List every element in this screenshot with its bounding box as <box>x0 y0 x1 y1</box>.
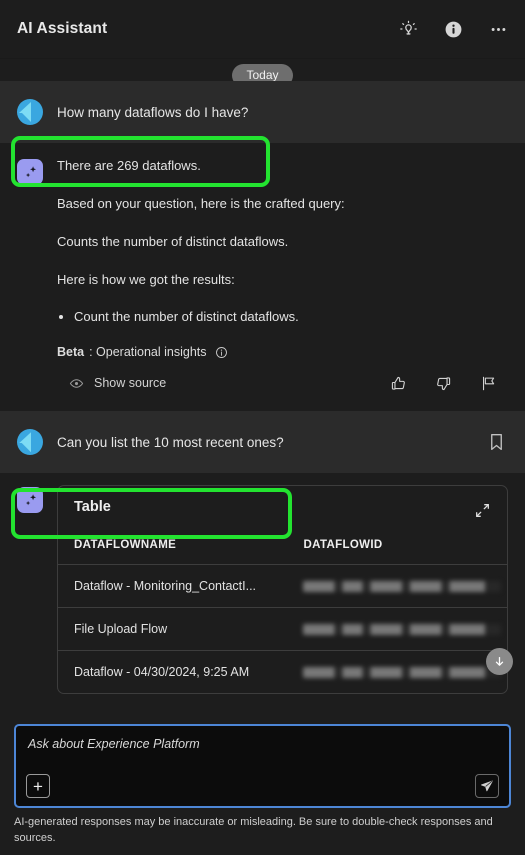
assistant-message-2: Table DATAFLOWNAME DATAFLOWID Dataflow -… <box>0 473 525 705</box>
show-source-label: Show source <box>94 376 167 391</box>
cell-dataflowname: Dataflow - Monitoring_ContactI... <box>58 564 292 609</box>
show-source-button[interactable]: Show source <box>69 376 166 391</box>
feedback-actions <box>388 373 508 393</box>
assistant-bullet-list: Count the number of distinct dataflows. <box>57 308 508 327</box>
beta-description: : Operational insights <box>89 345 207 360</box>
table-header-row: DATAFLOWNAME DATAFLOWID <box>58 525 507 566</box>
cell-dataflowid <box>291 607 507 652</box>
user-message-1: How many dataflows do I have? <box>0 81 525 143</box>
redacted-value <box>303 623 501 635</box>
composer-area: Ask about Experience Platform + <box>0 724 525 809</box>
user-message-2: Can you list the 10 most recent ones? <box>0 411 525 474</box>
cell-dataflowname: Dataflow - 04/30/2024, 9:25 AM <box>74 665 250 680</box>
more-options-icon[interactable] <box>485 16 511 42</box>
beta-label-row: Beta : Operational insights <box>57 345 508 359</box>
assistant-message-1: There are 269 dataflows. Based on your q… <box>0 143 525 404</box>
panel-header: AI Assistant <box>0 0 525 59</box>
scroll-to-bottom-button[interactable] <box>486 648 513 675</box>
eye-icon <box>69 376 84 391</box>
user-message-text: Can you list the 10 most recent ones? <box>57 434 284 450</box>
redacted-value <box>303 666 501 678</box>
column-header-dataflowname[interactable]: DATAFLOWNAME <box>58 525 292 566</box>
column-header-dataflowid[interactable]: DATAFLOWID <box>291 525 507 566</box>
list-item: Count the number of distinct dataflows. <box>74 308 508 327</box>
ai-disclaimer: AI-generated responses may be inaccurate… <box>0 808 525 855</box>
table-row[interactable]: File Upload Flow <box>58 607 507 652</box>
thumbs-up-icon[interactable] <box>388 373 408 393</box>
cell-dataflowid <box>291 651 507 694</box>
avatar <box>17 429 43 456</box>
thumbs-down-icon[interactable] <box>433 373 453 393</box>
tips-lightbulb-icon[interactable] <box>395 16 421 42</box>
ai-sparkle-icon <box>17 487 43 514</box>
redacted-value <box>303 580 501 592</box>
ai-assistant-panel: AI Assistant Today How many dataflows do… <box>0 0 525 855</box>
header-actions <box>395 16 511 42</box>
cell-dataflowname: File Upload Flow <box>58 607 292 652</box>
user-message-text: How many dataflows do I have? <box>57 104 249 120</box>
bookmark-icon[interactable] <box>484 430 508 454</box>
assistant-paragraph: There are 269 dataflows. <box>57 158 201 173</box>
send-icon[interactable] <box>475 774 499 799</box>
beta-badge-text: Beta <box>57 345 85 360</box>
table-row[interactable]: Dataflow - Monitoring_ContactI... <box>58 564 507 609</box>
info-icon[interactable] <box>440 16 466 42</box>
flag-icon[interactable] <box>478 373 498 393</box>
message-input[interactable]: Ask about Experience Platform <box>26 735 499 774</box>
composer-toolbar: + <box>26 774 499 799</box>
result-table: DATAFLOWNAME DATAFLOWID Dataflow - Monit… <box>58 525 507 693</box>
page-title: AI Assistant <box>17 20 108 37</box>
table-title: Table <box>74 499 111 516</box>
beta-info-icon[interactable] <box>215 346 228 359</box>
expand-icon[interactable] <box>471 499 493 521</box>
avatar <box>17 99 43 125</box>
ai-sparkle-icon <box>17 159 43 185</box>
message-composer[interactable]: Ask about Experience Platform + <box>14 724 511 809</box>
assistant-paragraph: Counts the number of distinct dataflows. <box>57 233 289 249</box>
assistant-paragraph: Based on your question, here is the craf… <box>57 195 345 211</box>
add-attachment-button[interactable]: + <box>26 774 50 799</box>
result-table-card: Table DATAFLOWNAME DATAFLOWID Dataflow -… <box>57 485 508 695</box>
cell-dataflowid <box>291 564 507 609</box>
assistant-footer-actions: Show source <box>57 373 508 393</box>
assistant-paragraph: Here is how we got the results: <box>57 271 235 287</box>
table-card-header: Table <box>58 486 507 525</box>
conversation-scroll-area[interactable]: Today How many dataflows do I have? Ther… <box>0 59 525 725</box>
table-row[interactable]: Dataflow - 04/30/2024, 9:25 AM <box>58 651 507 694</box>
